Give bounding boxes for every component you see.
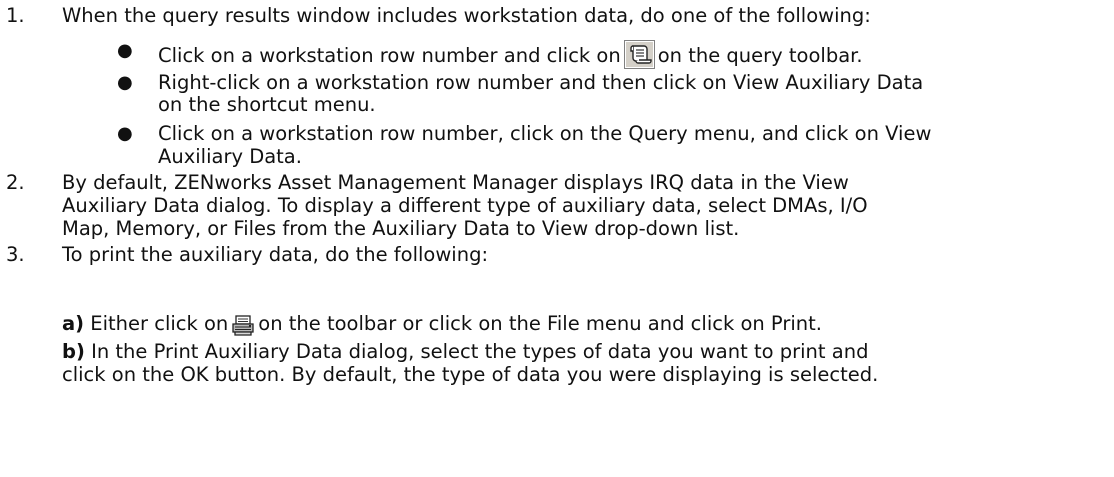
step-number: 1. xyxy=(6,4,25,27)
step-text-line: Auxiliary Data dialog. To display a diff… xyxy=(62,194,868,217)
instructions-document: 1. When the query results window include… xyxy=(0,0,1114,477)
bullet-text: on the query toolbar. xyxy=(657,44,863,67)
substep-text-line: In the Print Auxiliary Data dialog, sele… xyxy=(91,340,869,363)
substep-a: a) Either click on on the toolbar or cli… xyxy=(62,312,822,337)
print-icon xyxy=(231,315,255,337)
bullet-icon: ● xyxy=(117,72,133,93)
step-text: To print the auxiliary data, do the foll… xyxy=(62,243,489,266)
substep-b: b) In the Print Auxiliary Data dialog, s… xyxy=(62,340,869,364)
bullet-text-line: Click on a workstation row number and cl… xyxy=(158,40,863,69)
bullet-text-line: Auxiliary Data. xyxy=(158,145,302,168)
bullet-text-line: on the shortcut menu. xyxy=(158,93,376,116)
bullet-icon: ● xyxy=(117,123,133,144)
step-text: When the query results window includes w… xyxy=(62,4,871,27)
substep-label: b) xyxy=(62,340,85,363)
step-text-line: By default, ZENworks Asset Management Ma… xyxy=(62,171,849,194)
step-number: 2. xyxy=(6,171,25,194)
view-auxiliary-data-icon xyxy=(623,40,655,69)
substep-label: a) xyxy=(62,312,85,335)
substep-text-line: click on the OK button. By default, the … xyxy=(62,363,879,386)
substep-text: on the toolbar or click on the File menu… xyxy=(258,312,822,335)
substep-text: Either click on xyxy=(90,312,229,335)
step-text-line: Map, Memory, or Files from the Auxiliary… xyxy=(62,217,740,240)
bullet-text: Click on a workstation row number and cl… xyxy=(158,44,621,67)
bullet-icon: ● xyxy=(117,40,133,61)
step-number: 3. xyxy=(6,243,25,266)
bullet-text-line: Click on a workstation row number, click… xyxy=(158,122,932,145)
bullet-text-line: Right-click on a workstation row number … xyxy=(158,71,924,94)
